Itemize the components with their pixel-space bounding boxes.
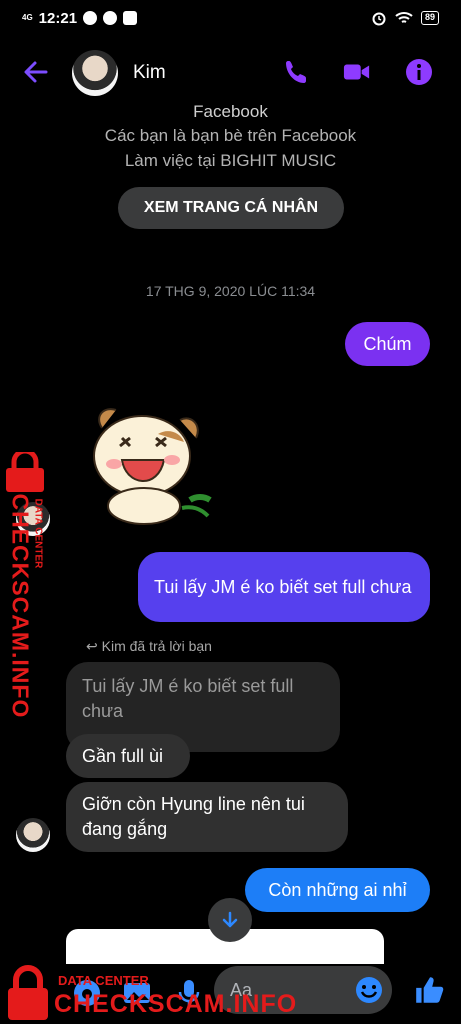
message-outgoing[interactable]: Tui lấy JM é ko biết set full chưa — [138, 552, 430, 622]
wifi-icon — [395, 12, 413, 23]
watermark-big-vertical: CHECKSCAM.INFO — [7, 493, 34, 719]
status-bar: 4G 12:21 89 — [0, 0, 461, 36]
profile-friends-line: Các bạn là bạn bè trên Facebook — [104, 126, 357, 145]
reply-label-text: Kim đã trả lời bạn — [101, 638, 212, 654]
sticker-laughing-dog[interactable] — [70, 398, 220, 528]
arrow-down-icon — [222, 911, 238, 928]
network-indicator: 4G — [22, 13, 33, 22]
watermark-small-vertical: DATA CENTER — [32, 498, 44, 569]
message-incoming[interactable]: Gần full ùi — [66, 734, 190, 778]
back-arrow-icon[interactable] — [22, 58, 50, 86]
conversation-timestamp: 17 THG 9, 2020 LÚC 11:34 — [145, 283, 316, 299]
phone-call-icon[interactable] — [283, 58, 311, 86]
battery-indicator: 89 — [420, 11, 439, 25]
app-notification-icon — [123, 11, 138, 25]
emoji-icon[interactable] — [354, 975, 384, 1005]
contact-name[interactable]: Kim — [133, 62, 166, 84]
view-profile-button[interactable]: XEM TRANG CÁ NHÂN — [118, 187, 344, 229]
reply-arrow-icon: ↩ — [86, 638, 102, 654]
status-time: 12:21 — [38, 9, 78, 27]
watermark-big: CHECKSCAM.INFO — [54, 990, 298, 1018]
messenger-notification-icon — [103, 11, 118, 25]
message-incoming[interactable]: Giỡn còn Hyung line nên tui đang gắng — [66, 782, 348, 852]
video-call-icon[interactable] — [343, 58, 371, 86]
contact-avatar[interactable] — [72, 50, 118, 96]
message-outgoing[interactable]: Còn những ai nhỉ — [245, 868, 430, 912]
info-icon[interactable] — [405, 58, 433, 86]
watermark-lock-icon — [8, 965, 48, 1020]
profile-platform: Facebook — [193, 102, 268, 121]
thumbs-up-icon[interactable] — [413, 974, 445, 1006]
contact-small-avatar — [16, 818, 50, 852]
scroll-to-bottom-button[interactable] — [208, 898, 252, 942]
alarm-icon — [372, 12, 386, 26]
chat-header: Kim — [0, 44, 461, 100]
watermark-small: DATA CENTER — [58, 973, 149, 988]
reply-label: ↩ Kim đã trả lời bạn — [86, 638, 212, 655]
message-outgoing[interactable]: Chúm — [345, 322, 430, 366]
profile-work-line: Làm việc tại BIGHIT MUSIC — [124, 151, 337, 170]
notification-icon — [83, 11, 98, 25]
